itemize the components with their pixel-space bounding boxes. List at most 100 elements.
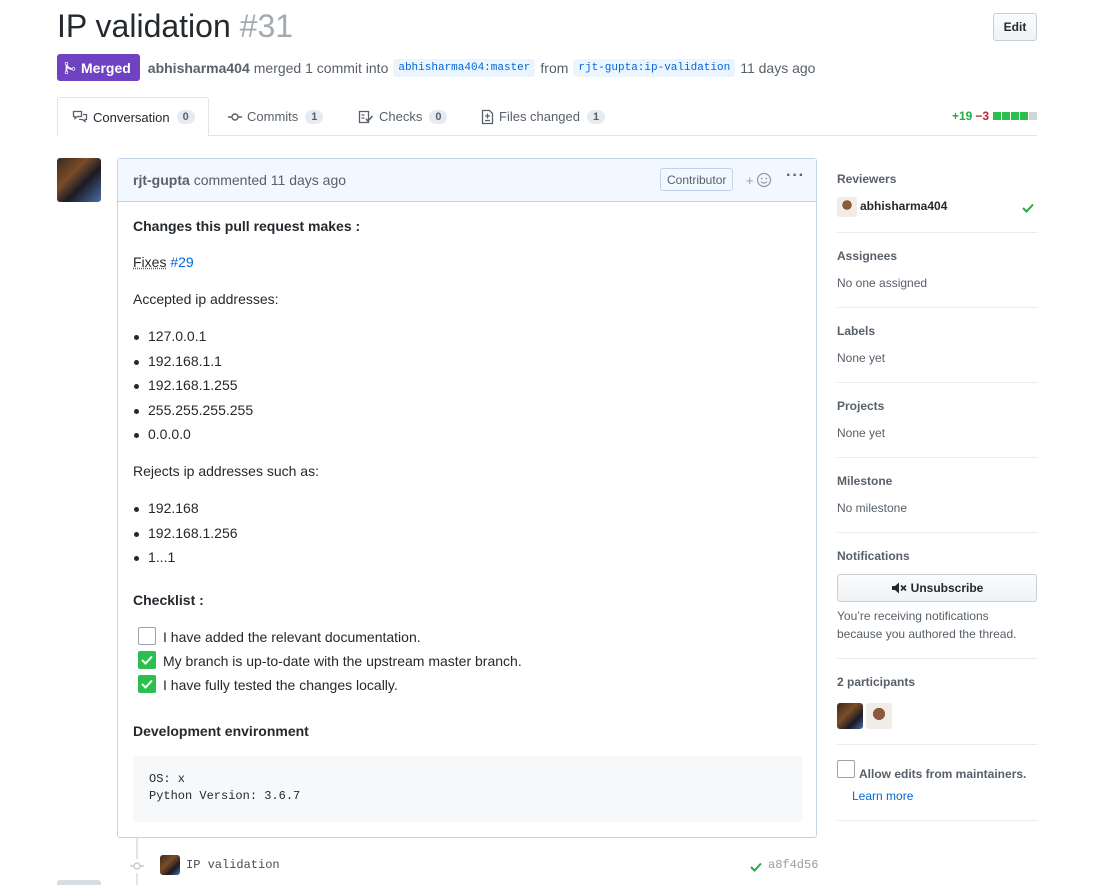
issue-link[interactable]: #29: [170, 254, 193, 270]
diffstat-block: [1029, 112, 1037, 120]
next-avatar: [57, 880, 101, 885]
pr-number: #31: [240, 8, 293, 44]
milestone-value: No milestone: [837, 501, 907, 515]
edit-button[interactable]: Edit: [993, 13, 1037, 41]
commit-sha[interactable]: a8f4d56: [768, 858, 818, 872]
rejected-heading: Rejects ip addresses such as:: [133, 463, 319, 479]
fixes-line: Fixes #29: [133, 254, 194, 270]
status-success-icon[interactable]: [750, 859, 762, 875]
tab-count: 0: [177, 110, 195, 124]
unsubscribe-button[interactable]: Unsubscribe: [837, 574, 1037, 602]
from-text: from: [540, 60, 568, 76]
tab-commits[interactable]: Commits 1: [228, 97, 323, 136]
commit-message[interactable]: IP validation: [186, 858, 280, 872]
task-text: My branch is up-to-date with the upstrea…: [163, 653, 522, 669]
pr-title: IP validation #31: [57, 8, 293, 45]
git-merge-icon: [64, 61, 76, 75]
checklist-icon: [358, 110, 374, 124]
participants-title: 2 participants: [837, 675, 915, 689]
tab-count: 0: [429, 110, 447, 124]
approved-check-icon: [1022, 200, 1034, 216]
merger-link[interactable]: abhisharma404: [148, 60, 250, 76]
pr-meta: Merged abhisharma404 merged 1 commit int…: [57, 54, 815, 81]
commit-author-avatar[interactable]: [160, 855, 180, 875]
assignees-title[interactable]: Assignees: [837, 249, 897, 263]
milestone-title[interactable]: Milestone: [837, 474, 892, 488]
participant-avatar[interactable]: [837, 703, 863, 729]
list-item: 127.0.0.1: [148, 328, 206, 344]
merged-badge: Merged: [57, 54, 140, 81]
list-item: 192.168: [148, 500, 199, 516]
diffstat-additions: +19: [952, 109, 972, 123]
labels-title[interactable]: Labels: [837, 324, 875, 338]
comment-discussion-icon: [72, 110, 88, 124]
merge-text: merged 1 commit into: [254, 60, 389, 76]
check-icon: [141, 679, 153, 689]
notifications-reason: You’re receiving notifications because y…: [837, 607, 1037, 643]
head-branch[interactable]: rjt-gupta:ip-validation: [573, 59, 735, 77]
learn-more-link[interactable]: Learn more: [852, 789, 913, 803]
tab-checks[interactable]: Checks 0: [358, 97, 447, 136]
comment-box: rjt-gupta commented 11 days ago Contribu…: [117, 158, 817, 838]
comment-heading: Changes this pull request makes :: [133, 218, 360, 234]
task-text: I have fully tested the changes locally.: [163, 677, 398, 693]
assignees-value: No one assigned: [837, 276, 927, 290]
merge-time: 11 days ago: [740, 60, 815, 76]
sidebar-divider: [837, 532, 1037, 533]
sidebar-divider: [837, 382, 1037, 383]
add-reaction-button[interactable]: +: [746, 172, 772, 188]
allow-edits-checkbox[interactable]: [837, 760, 855, 778]
base-branch[interactable]: abhisharma404:master: [393, 59, 535, 77]
accepted-heading: Accepted ip addresses:: [133, 291, 279, 307]
reviewers-title[interactable]: Reviewers: [837, 172, 896, 186]
notifications-title: Notifications: [837, 549, 910, 563]
sidebar-divider: [837, 307, 1037, 308]
list-item: 1...1: [148, 549, 175, 565]
diffstat-block: [1020, 112, 1028, 120]
comment-header: rjt-gupta commented 11 days ago Contribu…: [118, 159, 816, 202]
sidebar-divider: [837, 232, 1037, 233]
tab-conversation[interactable]: Conversation 0: [57, 97, 209, 137]
diffstat-deletions: −3: [975, 109, 989, 123]
diffstat: +19 −3: [952, 109, 1037, 123]
list-item: 192.168.1.1: [148, 353, 222, 369]
list-item: 192.168.1.255: [148, 377, 238, 393]
labels-value: None yet: [837, 351, 885, 365]
checklist-heading: Checklist :: [133, 592, 204, 608]
git-commit-icon: [228, 112, 242, 122]
list-item: 0.0.0.0: [148, 426, 191, 442]
task-checkbox[interactable]: [138, 627, 156, 645]
reviewer-name[interactable]: abhisharma404: [860, 199, 947, 213]
sidebar-divider: [837, 457, 1037, 458]
allow-edits-label[interactable]: Allow edits from maintainers.: [859, 767, 1026, 781]
diffstat-block: [1002, 112, 1010, 120]
pr-tabs: Conversation 0 Commits 1 Checks 0 Files …: [57, 97, 1037, 136]
smiley-icon: [756, 172, 772, 188]
comment-author[interactable]: rjt-gupta: [133, 172, 190, 188]
git-commit-icon: [130, 859, 144, 873]
list-item: 192.168.1.256: [148, 525, 238, 541]
task-checkbox[interactable]: [138, 651, 156, 669]
merged-label: Merged: [81, 60, 131, 76]
participant-avatar[interactable]: [866, 703, 892, 729]
task-text: I have added the relevant documentation.: [163, 629, 421, 645]
sidebar-divider: [837, 820, 1037, 821]
sidebar-divider: [837, 658, 1037, 659]
sidebar-divider: [837, 744, 1037, 745]
projects-value: None yet: [837, 426, 885, 440]
diffstat-block: [1011, 112, 1019, 120]
file-diff-icon: [481, 109, 494, 125]
commenter-avatar[interactable]: [57, 158, 101, 202]
env-heading: Development environment: [133, 723, 309, 739]
comment-timestamp[interactable]: commented 11 days ago: [194, 172, 346, 188]
tab-count: 1: [587, 110, 605, 124]
code-block: OS: x Python Version: 3.6.7: [133, 756, 802, 822]
list-item: 255.255.255.255: [148, 402, 253, 418]
pr-title-text: IP validation: [57, 8, 231, 44]
task-checkbox[interactable]: [138, 675, 156, 693]
mute-icon: [891, 582, 907, 594]
reviewer-avatar[interactable]: [837, 197, 857, 217]
comment-options-icon[interactable]: ···: [786, 167, 805, 185]
projects-title[interactable]: Projects: [837, 399, 884, 413]
tab-files-changed[interactable]: Files changed 1: [481, 97, 605, 136]
